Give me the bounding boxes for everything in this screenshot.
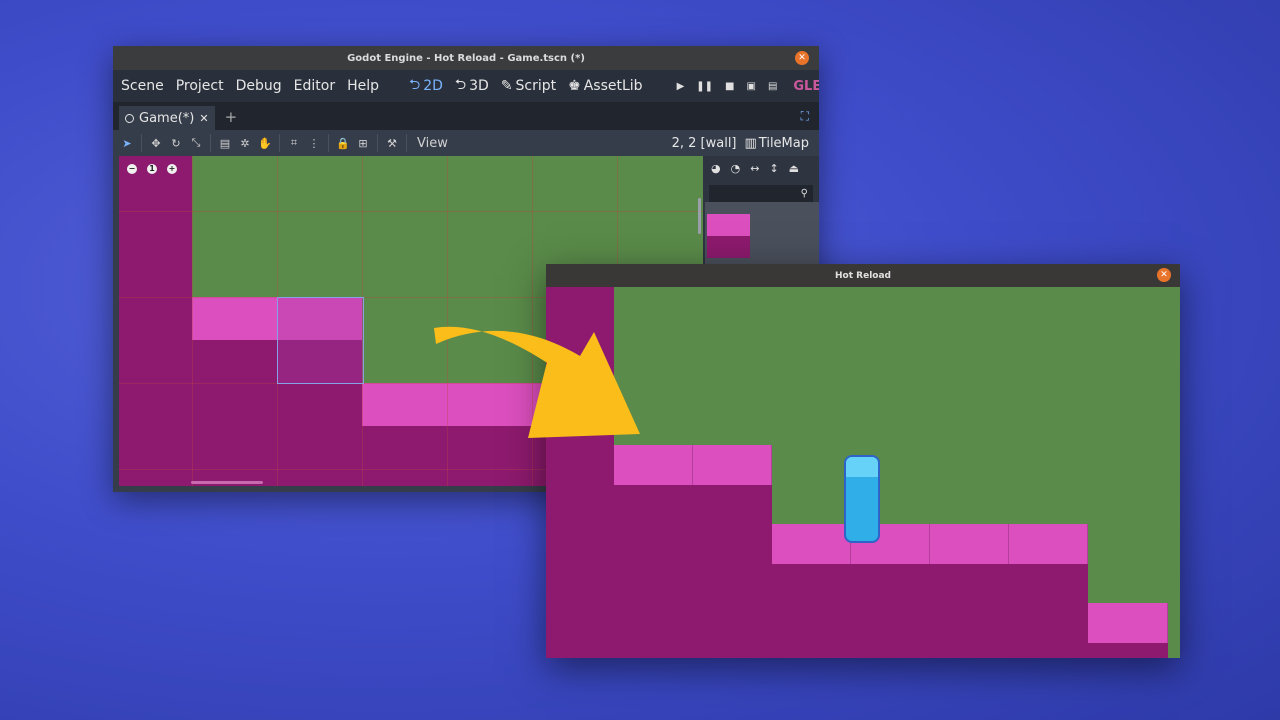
rotate-left-icon[interactable]: ◔ — [731, 162, 741, 175]
zoom-out-icon[interactable]: − — [127, 164, 137, 174]
bone-icon[interactable]: ⚒ — [382, 137, 402, 150]
player-head — [846, 457, 878, 477]
palette-tools: ◕ ◔ ↔ ↕ ⏏ — [703, 156, 819, 181]
wall-top-tile — [693, 445, 772, 485]
tile-swatch-top[interactable] — [707, 214, 750, 236]
menu-help[interactable]: Help — [347, 78, 379, 94]
workspace-script[interactable]: ✎ Script — [501, 78, 556, 94]
tile-swatch-wall[interactable] — [707, 236, 750, 258]
game-title: Hot Reload — [835, 270, 891, 281]
tile-cursor — [277, 297, 364, 384]
group-icon[interactable]: ⊞ — [353, 137, 373, 150]
3d-icon: ⮌ — [454, 77, 467, 93]
scene-root-icon — [125, 113, 134, 123]
game-titlebar: Hot Reload ✕ — [546, 264, 1180, 287]
wall-tile — [1088, 643, 1168, 658]
tilemap-status: 2, 2 [wall] ▥ TileMap — [672, 136, 809, 151]
move-tool-icon[interactable]: ✥ — [146, 137, 166, 150]
menu-project[interactable]: Project — [176, 78, 224, 94]
editor-title: Godot Engine - Hot Reload - Game.tscn (*… — [347, 52, 585, 64]
scene-tab-bar: Game(*) ✕ + ⛶ — [113, 102, 819, 130]
assetlib-icon: ♚ — [568, 78, 581, 94]
clear-icon[interactable]: ⏏ — [789, 162, 799, 175]
menu-bar: Scene Project Debug Editor Help ⮌ 2D ⮌ 3D … — [113, 70, 819, 102]
horizontal-scrollbar[interactable] — [191, 481, 263, 484]
search-icon: ⚲ — [800, 188, 808, 199]
vertical-scrollbar[interactable] — [698, 198, 701, 234]
more-options-icon[interactable]: ⋮ — [304, 137, 324, 150]
play-scene-icon[interactable]: ▣ — [746, 81, 755, 92]
play-icon[interactable]: ▶ — [677, 81, 685, 92]
menu-scene[interactable]: Scene — [121, 78, 164, 94]
divider — [406, 134, 407, 152]
editor-titlebar: Godot Engine - Hot Reload - Game.tscn (*… — [113, 46, 819, 70]
scale-tool-icon[interactable]: ⤡ — [186, 136, 206, 150]
zoom-in-icon[interactable]: + — [167, 164, 177, 174]
view-menu[interactable]: View — [417, 136, 448, 151]
renderer-selector[interactable]: GLES3 — [793, 79, 819, 94]
tilemap-icon: ▥ — [744, 135, 757, 151]
add-tab-button[interactable]: + — [225, 108, 238, 126]
divider — [328, 134, 329, 152]
playtest-controls: ▶ ❚❚ ■ ▣ ▤ GLES3 ⌄ ◌ — [677, 79, 819, 94]
zoom-controls: − 1 + — [127, 164, 177, 174]
workspace-assetlib[interactable]: ♚ AssetLib — [568, 78, 642, 94]
select-tool-icon[interactable]: ➤ — [117, 137, 137, 150]
pivot-icon[interactable]: ✲ — [235, 137, 255, 150]
menu-editor[interactable]: Editor — [294, 78, 335, 94]
wall-top-tile — [1009, 524, 1088, 564]
divider — [210, 134, 211, 152]
snap-icon[interactable]: ⌗ — [284, 136, 304, 150]
flip-vertical-icon[interactable]: ↕ — [769, 162, 778, 175]
grid-line — [192, 156, 193, 486]
divider — [377, 134, 378, 152]
arrow-icon — [434, 326, 640, 438]
tilemap-node-label: TileMap — [758, 135, 809, 151]
2d-icon: ⮌ — [409, 77, 421, 93]
flip-horizontal-icon[interactable]: ↔ — [750, 162, 759, 175]
wall-tile — [119, 156, 192, 486]
wall-top-tile — [614, 445, 693, 485]
distraction-free-icon[interactable]: ⛶ — [801, 109, 809, 124]
close-icon[interactable]: ✕ — [795, 51, 809, 65]
wall-tile — [614, 485, 772, 658]
script-icon: ✎ — [500, 78, 513, 94]
workspace-3d[interactable]: ⮌ 3D — [455, 74, 489, 98]
workspace-2d[interactable]: ⮌ 2D — [409, 74, 443, 98]
pan-tool-icon[interactable]: ✋ — [255, 137, 275, 150]
close-icon[interactable]: ✕ — [1157, 268, 1171, 282]
canvas-toolbar: ➤ ✥ ↻ ⤡ ▤ ✲ ✋ ⌗ ⋮ 🔒 ⊞ ⚒ View 2, 2 [wall]… — [113, 130, 819, 156]
stop-icon[interactable]: ■ — [725, 81, 734, 92]
paint-icon[interactable]: ◕ — [711, 162, 721, 175]
divider — [279, 134, 280, 152]
wall-top-tile — [772, 524, 851, 564]
lock-icon[interactable]: 🔒 — [333, 137, 353, 150]
play-custom-icon[interactable]: ▤ — [768, 81, 777, 92]
grid-line — [119, 211, 703, 212]
tab-game[interactable]: Game(*) ✕ — [119, 106, 215, 130]
divider — [141, 134, 142, 152]
cell-coordinates: 2, 2 [wall] — [671, 135, 737, 151]
pause-icon[interactable]: ❚❚ — [696, 81, 713, 92]
wall-top-tile — [1088, 603, 1168, 643]
wall-tile — [772, 564, 1088, 658]
wall-top-tile — [930, 524, 1009, 564]
workspace-switcher: ⮌ 2D ⮌ 3D ✎ Script ♚ AssetLib — [409, 74, 655, 98]
zoom-reset-icon[interactable]: 1 — [147, 164, 157, 174]
menu-debug[interactable]: Debug — [236, 78, 282, 94]
close-tab-icon[interactable]: ✕ — [199, 112, 208, 125]
list-select-icon[interactable]: ▤ — [215, 137, 235, 150]
player-character — [844, 455, 880, 543]
rotate-tool-icon[interactable]: ↻ — [166, 137, 186, 150]
